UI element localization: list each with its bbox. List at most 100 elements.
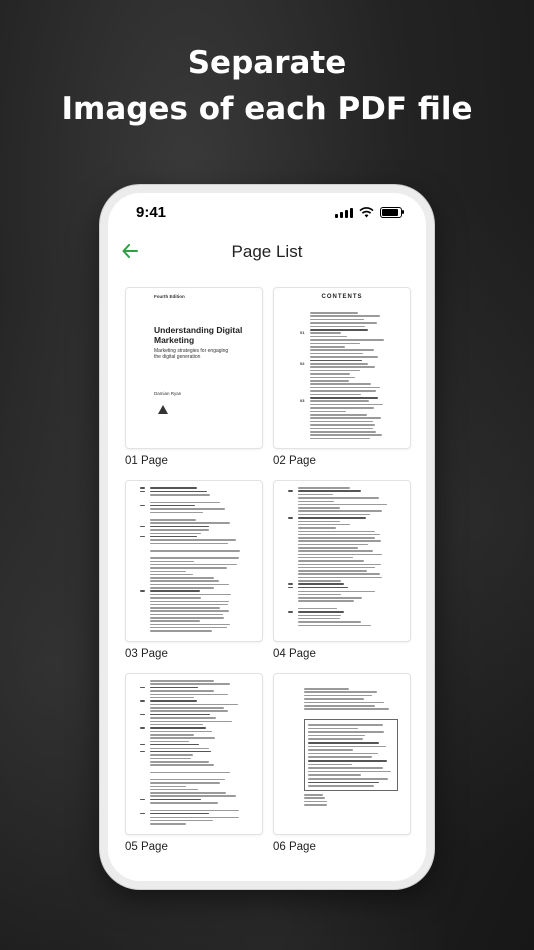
text-line xyxy=(150,613,223,616)
text-line xyxy=(150,720,232,723)
text-line xyxy=(150,710,229,712)
page-card-02[interactable]: CONTENTS 01 02 03 02 Page xyxy=(273,287,411,467)
status-time: 9:41 xyxy=(136,204,167,221)
text-line xyxy=(308,760,387,762)
page-label: 05 Page xyxy=(125,841,168,853)
text-line xyxy=(150,792,226,794)
text-line xyxy=(298,490,362,492)
text-line xyxy=(140,713,145,716)
page-card-04[interactable]: 04 Page xyxy=(273,480,411,660)
text-line xyxy=(150,573,193,576)
text-line xyxy=(310,339,385,341)
page-thumbnail-01[interactable]: Fourth Edition Understanding Digital Mar… xyxy=(125,287,263,449)
signal-icon xyxy=(335,207,353,218)
toc-heading: CONTENTS xyxy=(321,294,363,300)
text-line xyxy=(150,816,240,819)
cover-edition: Fourth Edition xyxy=(154,294,185,299)
text-line xyxy=(298,621,361,623)
text-line xyxy=(150,577,215,579)
text-line xyxy=(140,535,145,538)
text-line xyxy=(150,529,209,531)
text-line xyxy=(308,778,389,780)
text-line xyxy=(150,626,227,629)
text-line xyxy=(150,713,211,716)
text-line xyxy=(310,352,363,355)
page-card-05[interactable]: 05 Page xyxy=(125,673,263,853)
text-line xyxy=(304,804,327,806)
text-line xyxy=(150,570,187,573)
page-label: 04 Page xyxy=(273,648,316,660)
page-label: 06 Page xyxy=(273,841,316,853)
page-thumbnail-04[interactable] xyxy=(273,480,411,642)
text-line xyxy=(298,537,375,539)
text-line xyxy=(298,510,383,512)
text-line xyxy=(150,819,213,822)
text-line xyxy=(150,696,194,699)
text-line xyxy=(308,785,375,787)
text-line xyxy=(140,750,145,753)
text-line xyxy=(140,686,145,689)
page-label: 02 Page xyxy=(273,455,316,467)
text-line xyxy=(298,617,341,620)
text-line xyxy=(298,493,334,496)
text-line xyxy=(310,359,362,362)
text-line xyxy=(150,798,201,801)
text-line xyxy=(308,756,373,758)
text-line xyxy=(140,798,145,801)
text-line xyxy=(298,517,366,519)
text-line xyxy=(310,322,377,324)
toc-chapter-number: 02 xyxy=(300,361,305,366)
page-card-01[interactable]: Fourth Edition Understanding Digital Mar… xyxy=(125,287,263,467)
text-line xyxy=(150,522,230,524)
text-line xyxy=(310,393,361,396)
text-line xyxy=(310,342,361,345)
text-line xyxy=(150,750,212,753)
text-line xyxy=(298,530,375,533)
text-line xyxy=(150,771,231,774)
page-thumbnail-03[interactable] xyxy=(125,480,263,642)
text-line xyxy=(310,427,374,430)
text-line xyxy=(298,614,341,617)
text-line xyxy=(308,745,387,748)
page-thumbnail-02[interactable]: CONTENTS 01 02 03 xyxy=(273,287,411,449)
text-line xyxy=(150,563,238,566)
text-line xyxy=(310,397,378,399)
text-line xyxy=(298,527,336,529)
text-line xyxy=(150,754,193,756)
text-line xyxy=(310,349,374,351)
page-card-06[interactable]: 06 Page xyxy=(273,673,411,853)
text-line xyxy=(140,727,145,729)
text-line xyxy=(298,590,376,593)
page-card-03[interactable]: 03 Page xyxy=(125,480,263,660)
text-line xyxy=(310,431,377,433)
text-line xyxy=(150,782,221,784)
page-thumbnail-05[interactable] xyxy=(125,673,263,835)
text-line xyxy=(150,802,219,804)
text-line xyxy=(150,788,199,791)
text-line xyxy=(310,332,341,334)
text-line xyxy=(304,708,389,710)
page-thumbnail-06[interactable] xyxy=(273,673,411,835)
text-line xyxy=(298,523,350,526)
text-line xyxy=(310,400,369,402)
text-line xyxy=(308,731,384,733)
page-label: 03 Page xyxy=(125,648,168,660)
text-line xyxy=(310,373,350,375)
phone-screen: 9:41 Page List Fourth Edition Understand… xyxy=(108,193,426,881)
text-line xyxy=(150,761,209,763)
text-line xyxy=(288,490,293,492)
text-line xyxy=(150,560,194,563)
text-line xyxy=(310,407,375,409)
text-line xyxy=(308,724,384,726)
text-line xyxy=(150,690,215,692)
text-line xyxy=(310,437,371,440)
text-line xyxy=(310,414,367,416)
text-line xyxy=(298,487,351,489)
text-line xyxy=(304,701,385,704)
text-line xyxy=(310,424,375,426)
text-line xyxy=(150,630,213,632)
wifi-icon xyxy=(359,207,374,218)
text-line xyxy=(298,573,380,575)
text-line xyxy=(150,617,224,619)
text-line xyxy=(298,580,342,582)
